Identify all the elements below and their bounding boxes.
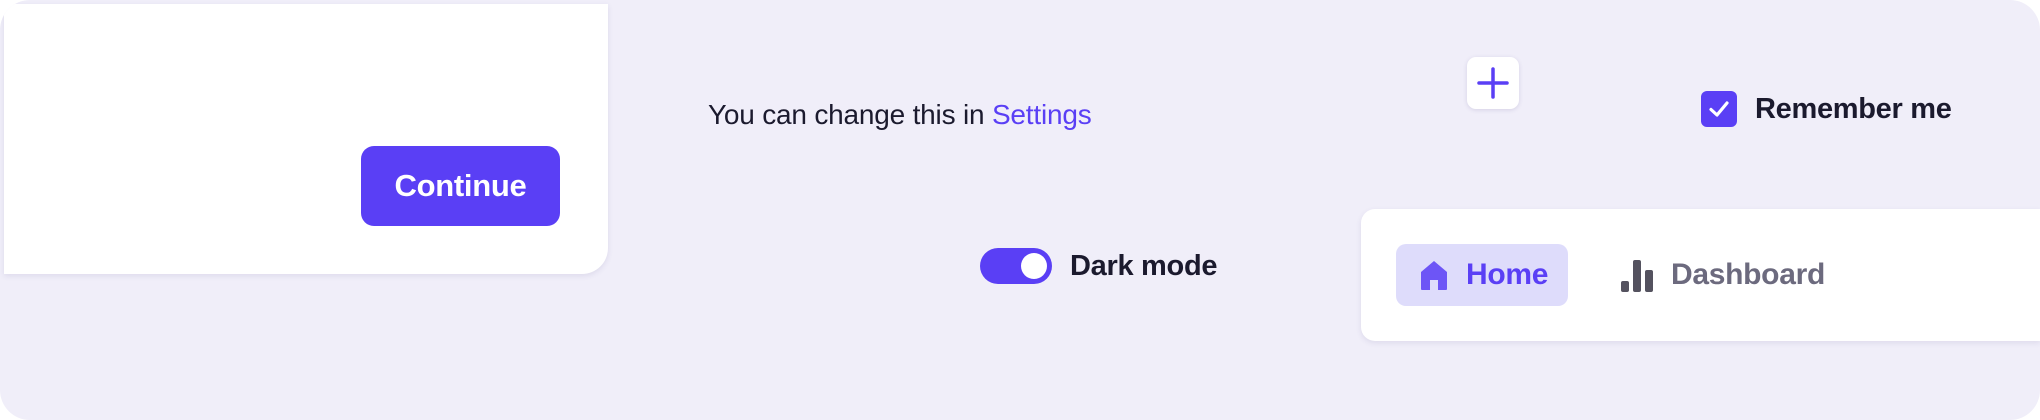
nav-item-dashboard[interactable]: Dashboard [1605, 244, 1825, 306]
toggle-switch[interactable] [980, 248, 1052, 284]
plus-icon [1476, 66, 1510, 100]
nav-item-label: Dashboard [1671, 258, 1825, 291]
checkbox-checked[interactable] [1701, 91, 1737, 127]
canvas: Continue You can change this in Settings… [0, 0, 2040, 420]
nav-item-home[interactable]: Home [1396, 244, 1568, 306]
settings-hint-text: You can change this in [708, 99, 985, 130]
bar-chart-icon [1619, 257, 1655, 293]
nav-bar: Home Dashboard [1361, 209, 2040, 341]
home-icon [1418, 258, 1450, 292]
nav-item-label: Home [1466, 258, 1549, 291]
toggle-knob [1021, 253, 1047, 279]
continue-button[interactable]: Continue [361, 146, 560, 226]
add-button[interactable] [1467, 57, 1519, 109]
remember-me-label: Remember me [1755, 92, 1952, 125]
dark-mode-toggle[interactable]: Dark mode [980, 248, 1217, 284]
remember-me-checkbox[interactable]: Remember me [1701, 91, 1952, 127]
settings-link[interactable]: Settings [992, 99, 1092, 130]
dialog-card: Continue [4, 4, 608, 274]
check-icon [1708, 98, 1730, 120]
settings-hint: You can change this in Settings [708, 99, 1092, 131]
dark-mode-label: Dark mode [1070, 249, 1218, 282]
